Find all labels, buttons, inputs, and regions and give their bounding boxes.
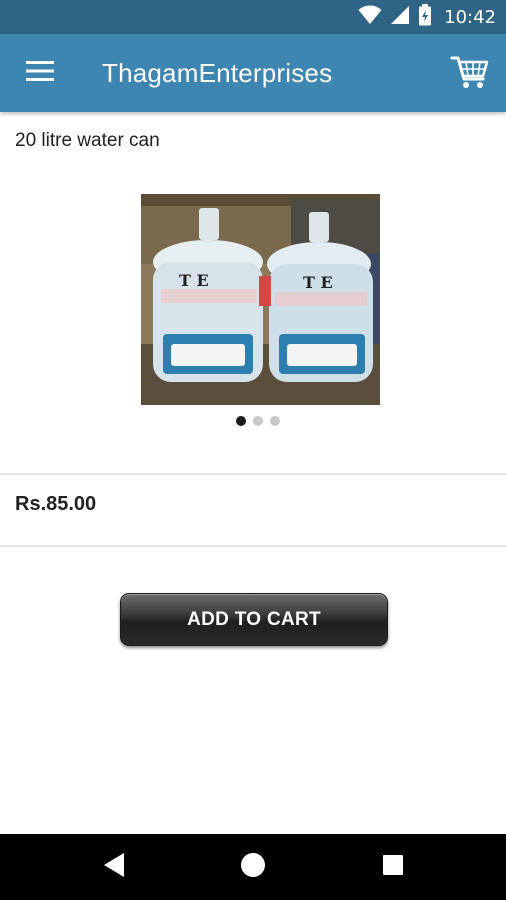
status-icons: 10:42: [358, 0, 496, 34]
system-nav-bar: [0, 834, 506, 900]
product-image: T E T E: [141, 194, 380, 405]
menu-button[interactable]: [18, 56, 62, 90]
app-bar: ThagamEnterprises: [0, 34, 506, 112]
battery-icon: [418, 3, 432, 31]
product-name: 20 litre water can: [15, 130, 160, 151]
add-to-cart-button[interactable]: ADD TO CART: [120, 593, 388, 646]
wifi-icon: [358, 5, 382, 30]
carousel-dot-3[interactable]: [270, 416, 280, 426]
shopping-cart-icon: [450, 56, 490, 96]
back-button[interactable]: [99, 852, 129, 882]
product-price: Rs.85.00: [15, 493, 97, 515]
carousel-indicator: [236, 416, 280, 426]
status-time: 10:42: [444, 6, 496, 28]
home-button[interactable]: [238, 852, 268, 882]
status-bar: 10:42: [0, 0, 506, 34]
back-triangle-icon: [102, 852, 126, 883]
home-circle-icon: [240, 852, 266, 883]
divider: [0, 545, 506, 547]
divider: [0, 473, 506, 475]
svg-text:T E: T E: [303, 273, 333, 292]
app-title: ThagamEnterprises: [102, 58, 333, 88]
recents-button[interactable]: [378, 852, 408, 882]
cell-signal-icon: [390, 5, 410, 30]
carousel-dot-2[interactable]: [253, 416, 263, 426]
svg-text:T E: T E: [179, 271, 209, 290]
product-image-carousel[interactable]: T E T E: [141, 194, 380, 405]
recents-square-icon: [382, 854, 404, 881]
hamburger-menu-icon: [26, 60, 54, 87]
cart-button[interactable]: [450, 52, 494, 94]
carousel-dot-1[interactable]: [236, 416, 246, 426]
